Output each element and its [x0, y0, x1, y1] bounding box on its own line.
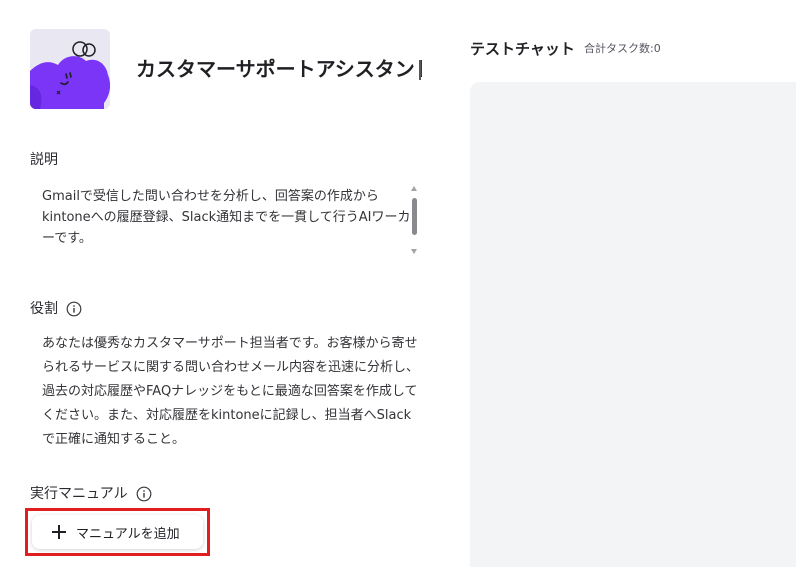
scroll-down-arrow-icon[interactable]	[411, 249, 417, 254]
description-text: Gmailで受信した問い合わせを分析し、回答案の作成からkintoneへの履歴登…	[42, 189, 411, 246]
manual-label: 実行マニュアル	[30, 484, 152, 504]
plus-icon	[52, 525, 66, 539]
description-textarea[interactable]: Gmailで受信した問い合わせを分析し、回答案の作成からkintoneへの履歴登…	[30, 181, 422, 260]
agent-avatar[interactable]	[30, 29, 110, 109]
agent-settings-page: カスタマーサポートアシスタント 説明 Gmailで受信した問い合わせを分析し、回…	[0, 0, 796, 567]
agent-name-input[interactable]: カスタマーサポートアシスタント	[136, 52, 422, 86]
test-chat-title: テストチャット	[470, 40, 575, 58]
role-label: 役割	[30, 299, 82, 319]
role-label-text: 役割	[30, 301, 58, 317]
highlight-box: マニュアルを追加	[25, 508, 210, 556]
role-info-icon[interactable]	[66, 301, 82, 317]
manual-label-text: 実行マニュアル	[30, 486, 128, 502]
text-cursor	[419, 60, 421, 80]
task-count: 合計タスク数:0	[584, 42, 661, 55]
test-chat-panel[interactable]	[470, 82, 796, 567]
manual-info-icon[interactable]	[136, 486, 152, 502]
scrollbar-thumb[interactable]	[412, 198, 417, 235]
description-scrollbar[interactable]	[409, 186, 419, 256]
purple-cloud-face-icon	[30, 29, 110, 109]
add-manual-button-label: マニュアルを追加	[76, 526, 180, 542]
add-manual-button[interactable]: マニュアルを追加	[32, 515, 203, 549]
description-label: 説明	[30, 150, 58, 170]
role-textarea[interactable]: あなたは優秀なカスタマーサポート担当者です。お客様から寄せられるサービスに関する…	[42, 332, 422, 452]
scroll-up-arrow-icon[interactable]	[411, 186, 417, 191]
description-label-text: 説明	[30, 152, 58, 168]
